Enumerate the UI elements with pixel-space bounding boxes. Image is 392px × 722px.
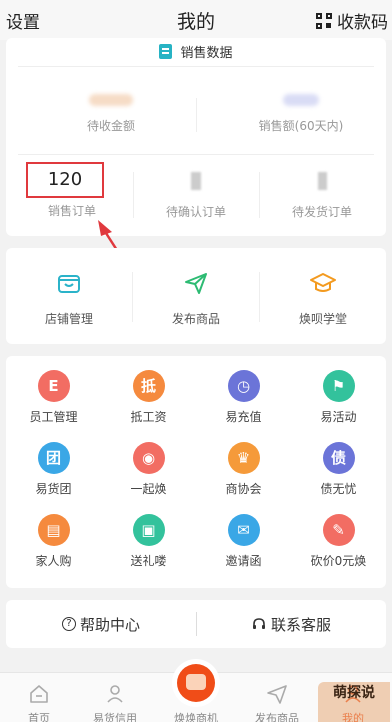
pending-ship-orders[interactable]: 待发货订单 bbox=[272, 172, 372, 220]
gift-icon: ▣ bbox=[132, 514, 165, 546]
bargain-button[interactable]: ✎ 砍价0元焕 bbox=[291, 506, 386, 572]
briefcase-icon: ▤ bbox=[37, 514, 70, 546]
sales-amount-value-blurred bbox=[283, 94, 319, 106]
divider bbox=[18, 154, 374, 155]
barter-group-label: 易货团 bbox=[35, 482, 72, 496]
bargain-label: 砍价0元焕 bbox=[310, 554, 367, 568]
store-icon bbox=[58, 275, 80, 293]
pending-ship-label: 待发货订单 bbox=[291, 205, 352, 219]
sales-data-card: 销售数据 待收金额 销售额(60天内) 销售订单 待确认订单 待发货订单 bbox=[6, 38, 386, 236]
group-icon: 团 bbox=[37, 442, 70, 474]
contact-service-button[interactable]: 联系客服 bbox=[196, 614, 386, 635]
sales-data-header: 销售数据 bbox=[6, 38, 386, 64]
tab-opportunity-label: 焕焕商机 bbox=[174, 712, 218, 722]
paper-plane-icon bbox=[185, 273, 207, 294]
help-center-label: 帮助中心 bbox=[79, 615, 140, 634]
sales-orders-value: 120 bbox=[47, 169, 83, 190]
send-gift-label: 送礼喽 bbox=[130, 554, 167, 568]
academy-label: 焕呗学堂 bbox=[298, 312, 347, 326]
pending-confirm-label: 待确认订单 bbox=[165, 205, 226, 219]
recharge-label: 易充值 bbox=[225, 410, 262, 424]
envelope-icon: ✉ bbox=[227, 514, 260, 546]
debt-free-button[interactable]: 债 债无忧 bbox=[291, 434, 386, 500]
divider bbox=[196, 612, 197, 636]
debt-free-label: 债无忧 bbox=[320, 482, 357, 496]
sales-orders[interactable]: 销售订单 bbox=[22, 202, 122, 219]
academy-button[interactable]: 焕呗学堂 bbox=[260, 248, 386, 344]
invitation-button[interactable]: ✉ 邀请函 bbox=[196, 506, 291, 572]
user-credit-icon bbox=[107, 685, 123, 703]
staff-management-button[interactable]: E 员工管理 bbox=[6, 362, 101, 428]
staff-management-label: 员工管理 bbox=[29, 410, 78, 424]
tab-publish[interactable]: 发布商品 bbox=[238, 673, 316, 722]
pending-confirm-orders[interactable]: 待确认订单 bbox=[146, 172, 246, 220]
graduation-cap-icon bbox=[310, 273, 336, 292]
contact-service-label: 联系客服 bbox=[270, 615, 331, 634]
bottom-tab-bar: 首页 易货信用 焕焕商机 发布商品 我的 萌探说 bbox=[0, 659, 392, 722]
send-gift-button[interactable]: ▣ 送礼喽 bbox=[101, 506, 196, 572]
pending-amount-value-blurred bbox=[89, 94, 133, 106]
family-buy-button[interactable]: ▤ 家人购 bbox=[6, 506, 101, 572]
home-icon bbox=[30, 685, 48, 703]
tag-icon: ✎ bbox=[322, 514, 355, 546]
debt-icon: 债 bbox=[322, 442, 355, 474]
top-bar: 设置 我的 收款码 bbox=[0, 0, 392, 40]
sales-amount-label: 销售额(60天内) bbox=[258, 119, 344, 133]
tab-credit-label: 易货信用 bbox=[93, 712, 137, 722]
chamber-button[interactable]: ♛ 商协会 bbox=[196, 434, 291, 500]
features-grid-card: E 员工管理 抵 抵工资 ◷ 易充值 ⚑ 易活动 团 易货团 ◉ 一起焕 ♛ 商… bbox=[6, 356, 386, 588]
qr-code-icon bbox=[316, 12, 332, 29]
publish-product-label: 发布商品 bbox=[171, 312, 220, 326]
publish-product-button[interactable]: 发布商品 bbox=[133, 248, 259, 344]
tab-home-label: 首页 bbox=[28, 712, 50, 722]
divider bbox=[259, 172, 260, 218]
divider bbox=[133, 172, 134, 218]
opportunity-icon bbox=[177, 664, 215, 702]
barter-group-button[interactable]: 团 易货团 bbox=[6, 434, 101, 500]
swap-together-label: 一起焕 bbox=[130, 482, 167, 496]
divider bbox=[196, 98, 197, 132]
staff-icon: E bbox=[37, 370, 70, 402]
store-management-button[interactable]: 店铺管理 bbox=[6, 248, 132, 344]
flag-icon: ⚑ bbox=[322, 370, 355, 402]
help-center-button[interactable]: ? 帮助中心 bbox=[6, 614, 196, 635]
tab-publish-label: 发布商品 bbox=[255, 712, 299, 722]
location-icon: ◉ bbox=[132, 442, 165, 474]
tab-credit[interactable]: 易货信用 bbox=[76, 673, 154, 722]
activity-label: 易活动 bbox=[320, 410, 357, 424]
paper-plane-icon bbox=[267, 685, 287, 704]
chamber-label: 商协会 bbox=[225, 482, 262, 496]
sales-data-title: 销售数据 bbox=[180, 45, 233, 61]
shop-tools-card: 店铺管理 发布商品 焕呗学堂 bbox=[6, 248, 386, 344]
salary-offset-label: 抵工资 bbox=[130, 410, 167, 424]
family-buy-label: 家人购 bbox=[35, 554, 72, 568]
divider bbox=[18, 66, 374, 67]
activity-button[interactable]: ⚑ 易活动 bbox=[291, 362, 386, 428]
tab-home[interactable]: 首页 bbox=[0, 673, 78, 722]
salary-icon: 抵 bbox=[132, 370, 165, 402]
question-icon: ? bbox=[61, 617, 76, 631]
headset-icon bbox=[252, 618, 265, 629]
crown-icon: ♛ bbox=[227, 442, 260, 474]
recharge-icon: ◷ bbox=[227, 370, 260, 402]
swap-together-button[interactable]: ◉ 一起焕 bbox=[101, 434, 196, 500]
invitation-label: 邀请函 bbox=[225, 554, 262, 568]
tab-opportunity[interactable]: 焕焕商机 bbox=[157, 659, 235, 722]
sales-orders-label: 销售订单 bbox=[47, 204, 96, 218]
help-card: ? 帮助中心 联系客服 bbox=[6, 600, 386, 648]
pending-amount-label: 待收金额 bbox=[86, 119, 135, 133]
pending-ship-value-blurred bbox=[317, 172, 327, 190]
pending-confirm-value-blurred bbox=[191, 172, 201, 190]
store-management-label: 店铺管理 bbox=[44, 312, 93, 326]
payment-qr-label: 收款码 bbox=[337, 13, 388, 33]
payment-qr-button[interactable]: 收款码 bbox=[316, 8, 388, 33]
document-icon bbox=[159, 43, 173, 59]
salary-offset-button[interactable]: 抵 抵工资 bbox=[101, 362, 196, 428]
watermark: 萌探说 bbox=[318, 682, 390, 722]
recharge-button[interactable]: ◷ 易充值 bbox=[196, 362, 291, 428]
sales-amount[interactable]: 销售额(60天内) bbox=[226, 94, 376, 134]
pending-amount[interactable]: 待收金额 bbox=[46, 94, 176, 134]
